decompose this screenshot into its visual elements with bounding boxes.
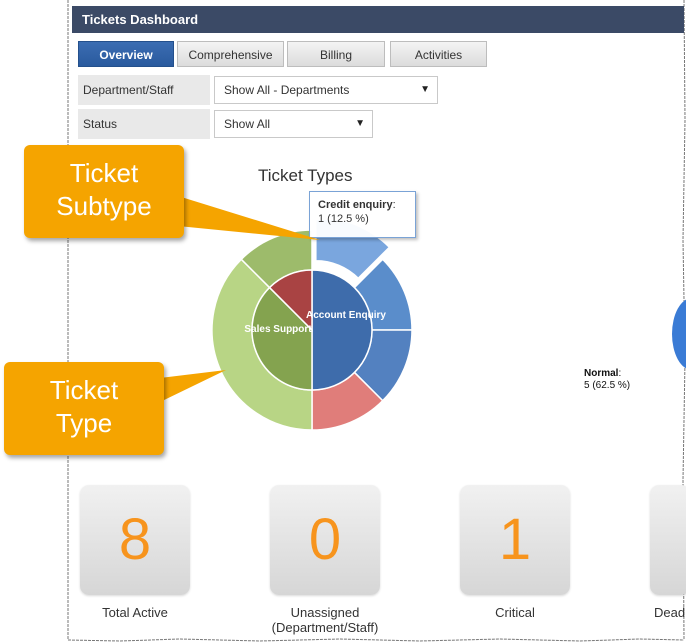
type-callout-pointer [160, 370, 226, 402]
total-active-value: 8 [118, 507, 152, 572]
ticket-subtype-callout: Ticket Subtype [24, 145, 184, 238]
ticket-type-callout-text: Ticket Type [49, 375, 119, 438]
critical-tile[interactable]: 1 [460, 485, 570, 595]
subtype-callout-pointer [178, 196, 320, 240]
ticket-type-callout: Ticket Type [4, 362, 164, 455]
total-active-tile[interactable]: 8 [80, 485, 190, 595]
unassigned-tile[interactable]: 0 [270, 485, 380, 595]
screenshot-frame: Tickets Dashboard Overview Comprehensive… [0, 0, 686, 643]
unassigned-label: Unassigned (Department/Staff) [271, 605, 379, 635]
total-active-label: Total Active [102, 605, 168, 620]
dead-tile[interactable] [650, 485, 686, 595]
unassigned-value: 0 [308, 507, 342, 572]
dead-label: Dead [654, 605, 686, 620]
critical-label: Critical [495, 605, 535, 620]
ticket-subtype-callout-text: Ticket Subtype [56, 158, 152, 221]
critical-value: 1 [498, 507, 532, 572]
